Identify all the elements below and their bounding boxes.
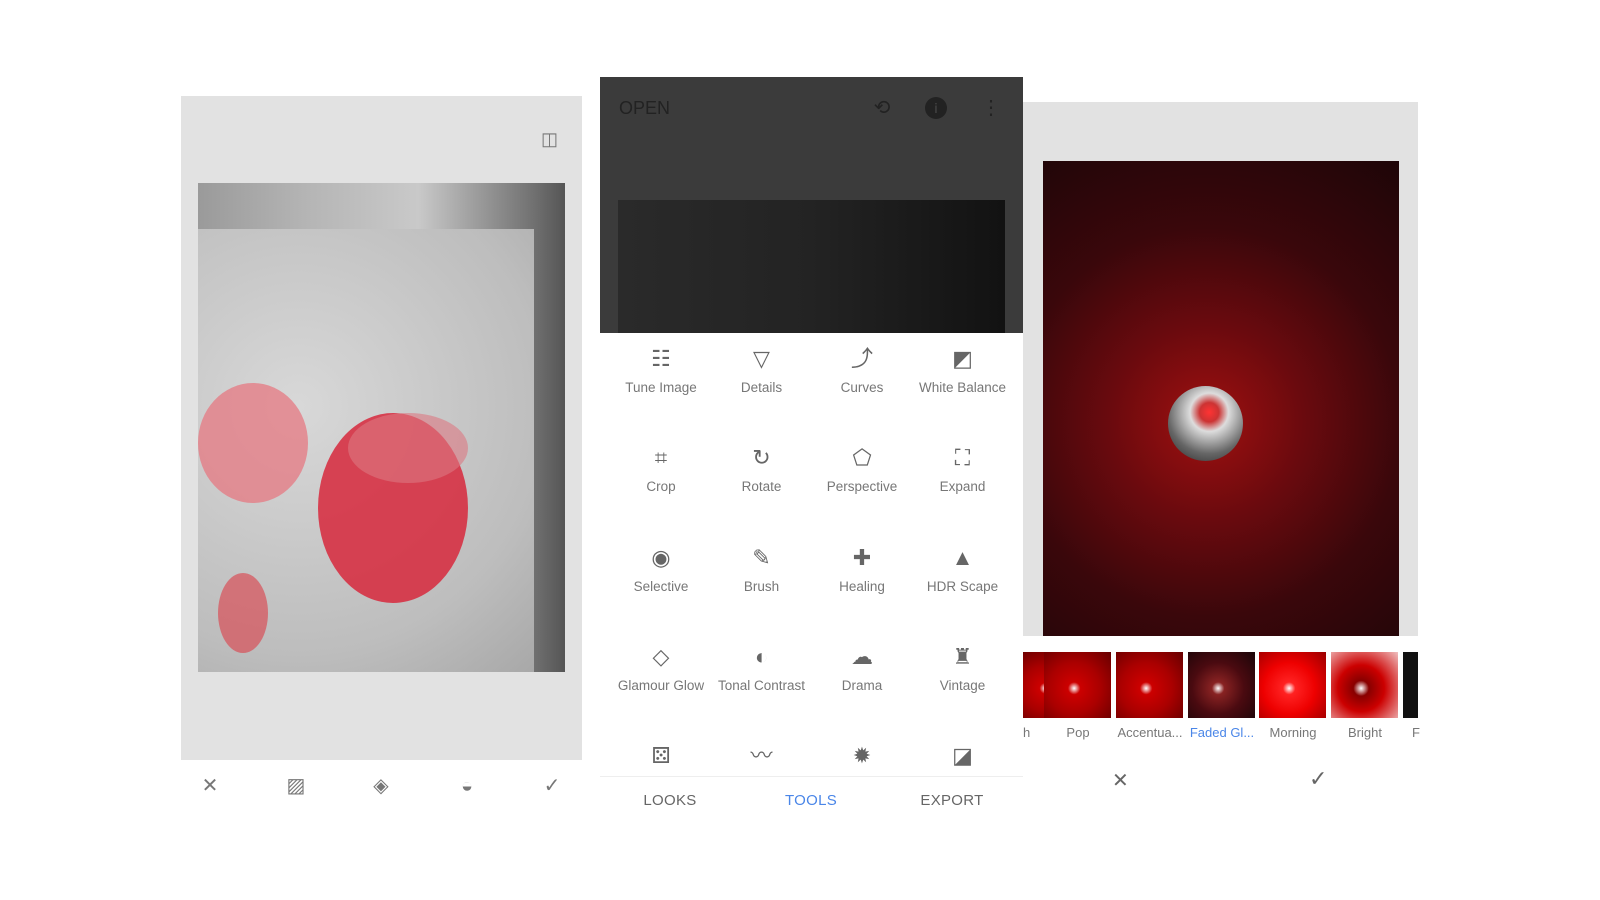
- close-icon[interactable]: ✕: [198, 774, 222, 798]
- tool-label: Brush: [743, 578, 780, 594]
- tool-label: Vintage: [939, 677, 986, 693]
- tool-label: Drama: [841, 677, 883, 693]
- more-icon[interactable]: ⋮: [979, 96, 1003, 120]
- tool-icon: ◐: [754, 643, 769, 669]
- tool-icon: ◪: [952, 743, 973, 769]
- tool-icon: ✎: [752, 544, 771, 570]
- tool-icon: ◇: [652, 643, 670, 669]
- divider: [600, 776, 1023, 777]
- double-exposure-image: [198, 183, 565, 672]
- tool-icon: ⚄: [651, 743, 671, 769]
- open-button[interactable]: OPEN: [619, 98, 670, 119]
- tool-icon: ✹: [852, 743, 872, 769]
- tool-brush[interactable]: ✎ Brush: [712, 545, 812, 595]
- info-icon[interactable]: i: [925, 97, 947, 119]
- tab-looks[interactable]: LOOKS: [610, 792, 730, 809]
- filter-label[interactable]: F: [1412, 725, 1422, 740]
- tool-details[interactable]: ▽ Details: [712, 346, 812, 396]
- filter-label[interactable]: Bright: [1329, 725, 1401, 740]
- filter-thumbnail[interactable]: [1188, 652, 1255, 718]
- tool-tonal-contrast[interactable]: ◐ Tonal Contrast: [712, 644, 812, 694]
- filter-thumbnail[interactable]: [1403, 652, 1418, 718]
- tool-selective[interactable]: ◉ Selective: [611, 545, 711, 595]
- tool-icon: ◩: [952, 346, 973, 371]
- tool-label: Selective: [633, 578, 689, 594]
- filter-thumbnail[interactable]: [1116, 652, 1183, 718]
- tool-vintage[interactable]: ♜ Vintage: [913, 644, 1013, 694]
- tool-label: Perspective: [826, 479, 898, 495]
- tool-perspective[interactable]: ⬠ Perspective: [812, 445, 912, 495]
- tool-icon: ✚: [852, 544, 872, 570]
- tool-label: HDR Scape: [926, 578, 999, 594]
- tool-label: Curves: [840, 380, 884, 395]
- add-image-icon[interactable]: ▨: [284, 774, 308, 798]
- tool-icon: ☷: [651, 346, 671, 371]
- layers-undo-icon[interactable]: ⟲: [870, 96, 894, 120]
- tool-icon: ⛶: [954, 445, 971, 471]
- tool-icon: ⬠: [852, 445, 872, 471]
- tool-icon: ⤴: [850, 346, 873, 371]
- filter-thumbnail[interactable]: [1044, 652, 1111, 718]
- tool-item-17[interactable]: 〰: [712, 743, 812, 777]
- tool-healing[interactable]: ✚ Healing: [812, 545, 912, 595]
- disco-ball-photo: [1043, 161, 1399, 636]
- tool-icon: ↻: [752, 445, 771, 471]
- check-icon[interactable]: ✓: [1309, 766, 1327, 792]
- close-icon[interactable]: ✕: [1112, 768, 1129, 793]
- filter-label[interactable]: Accentua...: [1114, 725, 1186, 740]
- tool-label: Details: [740, 380, 783, 395]
- drop-icon[interactable]: ◒: [455, 774, 479, 798]
- layers-icon[interactable]: ◈: [369, 774, 393, 798]
- tab-tools[interactable]: TOOLS: [751, 792, 871, 809]
- tool-crop[interactable]: ⌗ Crop: [611, 445, 711, 495]
- tab-export[interactable]: EXPORT: [892, 792, 1012, 809]
- tool-glamour-glow[interactable]: ◇ Glamour Glow: [611, 644, 711, 694]
- tool-label: Tonal Contrast: [717, 677, 806, 693]
- tool-hdr-scape[interactable]: ▲ HDR Scape: [913, 545, 1013, 595]
- tool-icon: ☁: [851, 643, 873, 669]
- photo-preview: [618, 200, 1005, 333]
- tool-item-18[interactable]: ✹: [812, 743, 912, 777]
- filter-label[interactable]: Pop: [1042, 725, 1114, 740]
- filter-label[interactable]: h: [1023, 725, 1031, 740]
- tool-label: Crop: [646, 479, 676, 495]
- tool-icon: ◉: [651, 544, 671, 570]
- tool-white-balance[interactable]: ◩ White Balance: [913, 346, 1013, 396]
- tool-curves[interactable]: ⤴ Curves: [812, 346, 912, 396]
- tool-icon: ♜: [952, 643, 973, 669]
- tool-item-19[interactable]: ◪: [913, 743, 1013, 777]
- tool-tune-image[interactable]: ☷ Tune Image: [611, 346, 711, 396]
- tool-item-16[interactable]: ⚄: [611, 743, 711, 777]
- tool-icon: ⌗: [654, 445, 668, 471]
- tool-icon: ▲: [951, 544, 974, 570]
- check-icon[interactable]: ✓: [540, 774, 564, 798]
- tool-label: Tune Image: [625, 380, 697, 395]
- tool-icon: ▽: [753, 346, 770, 371]
- compare-icon[interactable]: ◫: [541, 129, 558, 150]
- filter-thumbnail[interactable]: [1259, 652, 1326, 718]
- tool-label: White Balance: [918, 380, 1007, 395]
- tool-label: Healing: [839, 578, 885, 594]
- tool-drama[interactable]: ☁ Drama: [812, 644, 912, 694]
- tool-label: Expand: [939, 479, 986, 495]
- tool-label: Rotate: [741, 479, 782, 495]
- tool-label: Glamour Glow: [617, 677, 705, 693]
- filter-thumbnail[interactable]: [1331, 652, 1398, 718]
- tool-rotate[interactable]: ↻ Rotate: [712, 445, 812, 495]
- tool-expand[interactable]: ⛶ Expand: [913, 445, 1013, 495]
- filter-label[interactable]: Faded Gl...: [1186, 725, 1258, 740]
- tool-icon: 〰: [750, 743, 773, 769]
- filter-label[interactable]: Morning: [1257, 725, 1329, 740]
